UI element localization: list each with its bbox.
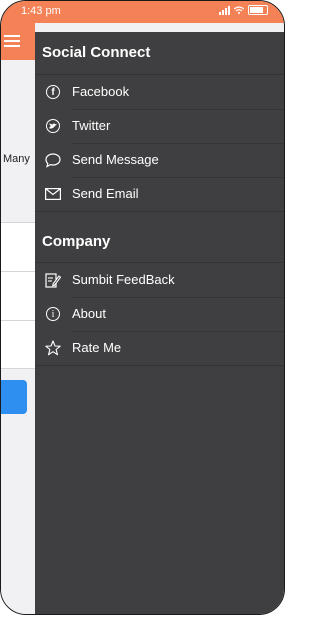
- drawer-item-facebook[interactable]: f Facebook: [35, 75, 284, 110]
- info-icon: i: [46, 307, 60, 321]
- drawer-item-label: Send Message: [72, 143, 284, 178]
- drawer-item-rate-me[interactable]: Rate Me: [35, 331, 284, 366]
- background-field-2[interactable]: [1, 271, 35, 321]
- drawer-item-send-message[interactable]: Send Message: [35, 143, 284, 178]
- drawer-item-twitter[interactable]: Twitter: [35, 109, 284, 144]
- drawer-item-label: About: [72, 297, 284, 332]
- background-text: Many: [3, 153, 30, 165]
- drawer-item-about[interactable]: i About: [35, 297, 284, 332]
- background-field-3[interactable]: [1, 320, 35, 369]
- section-title-company: Company: [35, 212, 284, 263]
- battery-icon: [248, 5, 268, 15]
- menu-icon[interactable]: [4, 35, 20, 48]
- navigation-drawer: Social Connect f Facebook Twitter Send M…: [35, 32, 284, 614]
- drawer-item-label: Sumbit FeedBack: [72, 263, 284, 298]
- app-bar: [1, 23, 35, 60]
- edit-note-icon: [45, 273, 61, 288]
- background-field-1[interactable]: [1, 222, 35, 272]
- drawer-item-label: Send Email: [72, 186, 139, 201]
- phone-frame: 1:43 pm Many Social Connect f Facebook T…: [0, 0, 285, 615]
- wifi-icon: [234, 6, 244, 14]
- facebook-icon: f: [46, 85, 60, 99]
- signal-icon: [219, 5, 230, 15]
- background-button[interactable]: [1, 380, 27, 414]
- twitter-icon: [46, 119, 60, 133]
- star-icon: [45, 340, 61, 356]
- section-title-social: Social Connect: [35, 32, 284, 75]
- envelope-icon: [45, 188, 61, 200]
- drawer-item-label: Facebook: [72, 75, 284, 110]
- drawer-item-send-email[interactable]: Send Email: [35, 177, 284, 212]
- background-content: Many: [1, 60, 35, 614]
- drawer-item-submit-feedback[interactable]: Sumbit FeedBack: [35, 263, 284, 298]
- chat-bubble-icon: [45, 152, 61, 168]
- status-time: 1:43 pm: [21, 5, 61, 17]
- drawer-item-label: Twitter: [72, 109, 284, 144]
- status-bar: 1:43 pm: [1, 1, 284, 23]
- drawer-item-label: Rate Me: [72, 340, 122, 355]
